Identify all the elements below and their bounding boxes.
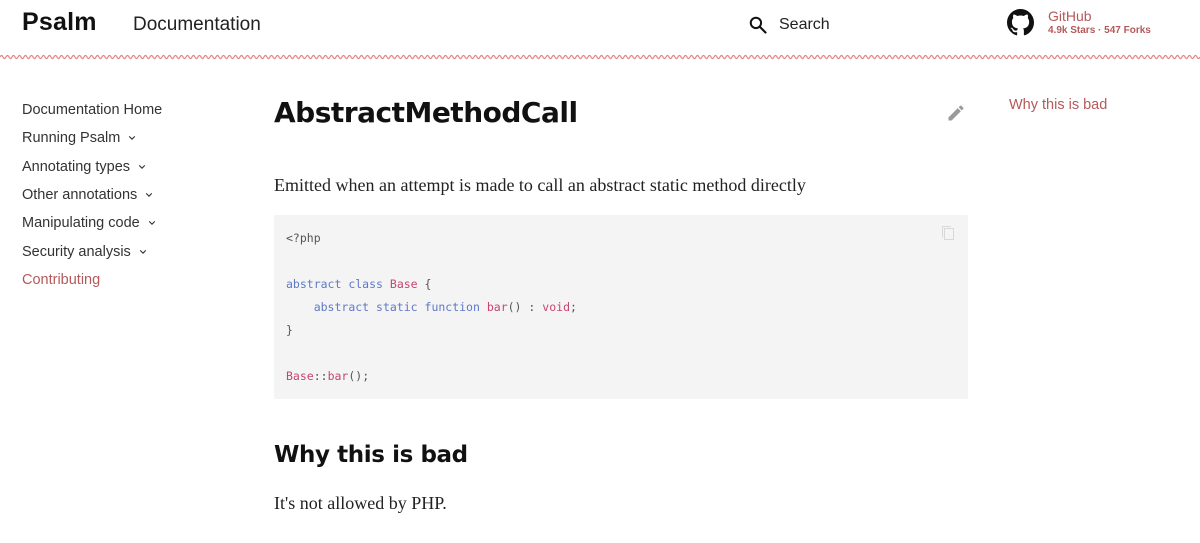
documentation-link[interactable]: Documentation	[133, 14, 261, 36]
lead-paragraph: Emitted when an attempt is made to call …	[274, 175, 806, 195]
code-punct: ;	[570, 300, 577, 314]
code-punct: :	[528, 300, 536, 314]
sidebar-item-label: Documentation Home	[22, 102, 163, 119]
chevron-down-icon	[139, 249, 146, 254]
toc-link-why-this-is-bad[interactable]: Why this is bad	[1009, 97, 1107, 113]
sidebar-item-label: Security analysis	[22, 243, 131, 260]
github-title: GitHub	[1048, 8, 1092, 24]
code-punct: {	[424, 277, 432, 291]
code-method-name: bar	[327, 369, 349, 383]
site-logo[interactable]: Psalm	[22, 8, 97, 37]
github-icon	[1007, 9, 1034, 36]
copy-icon[interactable]	[940, 225, 956, 241]
code-keyword: abstract	[313, 300, 370, 314]
chevron-down-icon	[146, 193, 153, 198]
code-content: <?php abstract class Base { abstract sta…	[286, 227, 577, 388]
search-label: Search	[779, 16, 830, 33]
code-class-name: Base	[286, 369, 314, 383]
code-block: <?php abstract class Base { abstract sta…	[274, 215, 968, 399]
chevron-down-icon	[129, 136, 136, 141]
sidebar-item-manipulating-code[interactable]: Manipulating code	[22, 209, 222, 237]
code-php-open: <?php	[286, 231, 321, 245]
sidebar-item-other-annotations[interactable]: Other annotations	[22, 181, 222, 209]
pencil-edit-icon[interactable]	[946, 103, 966, 123]
github-link[interactable]: GitHub 4.9k Stars · 547 Forks	[1007, 9, 1151, 36]
sidebar-item-label: Contributing	[22, 271, 101, 288]
sidebar-item-label: Running Psalm	[22, 130, 121, 147]
sidebar-item-label: Annotating types	[22, 158, 131, 175]
code-keyword: static	[376, 300, 418, 314]
main-content: AbstractMethodCall	[274, 96, 968, 129]
search-button[interactable]: Search	[748, 13, 830, 37]
code-keyword: class	[348, 277, 383, 291]
search-icon	[749, 16, 767, 34]
section-heading: Why this is bad	[274, 442, 468, 468]
github-stats: 4.9k Stars · 547 Forks	[1048, 25, 1151, 36]
sidebar-item-contributing[interactable]: Contributing	[22, 266, 222, 294]
code-punct: ::	[313, 369, 328, 383]
chevron-down-icon	[138, 164, 146, 169]
sidebar-item-label: Other annotations	[22, 187, 138, 204]
sidebar-nav: Documentation Home Running Psalm Annotat…	[22, 96, 222, 294]
code-punct: }	[286, 323, 293, 337]
header-wavy-divider	[0, 54, 1200, 60]
code-punct: ();	[348, 369, 370, 383]
sidebar-item-annotating-types[interactable]: Annotating types	[22, 153, 222, 181]
page-title: AbstractMethodCall	[274, 96, 578, 129]
code-return-type: void	[542, 300, 570, 314]
sidebar-item-label: Manipulating code	[22, 215, 140, 232]
code-keyword: function	[424, 300, 480, 314]
sidebar-item-running-psalm[interactable]: Running Psalm	[22, 124, 222, 152]
site-header: Psalm Documentation Search GitHub 4.9k S…	[0, 0, 1200, 60]
sidebar-item-documentation-home[interactable]: Documentation Home	[22, 96, 222, 124]
code-class-name: Base	[389, 277, 418, 291]
code-keyword: abstract	[286, 277, 342, 291]
code-method-name: bar	[486, 300, 508, 314]
code-punct: ()	[507, 300, 522, 314]
sidebar-item-security-analysis[interactable]: Security analysis	[22, 237, 222, 265]
chevron-down-icon	[148, 221, 155, 226]
section-paragraph: It's not allowed by PHP.	[274, 493, 447, 513]
